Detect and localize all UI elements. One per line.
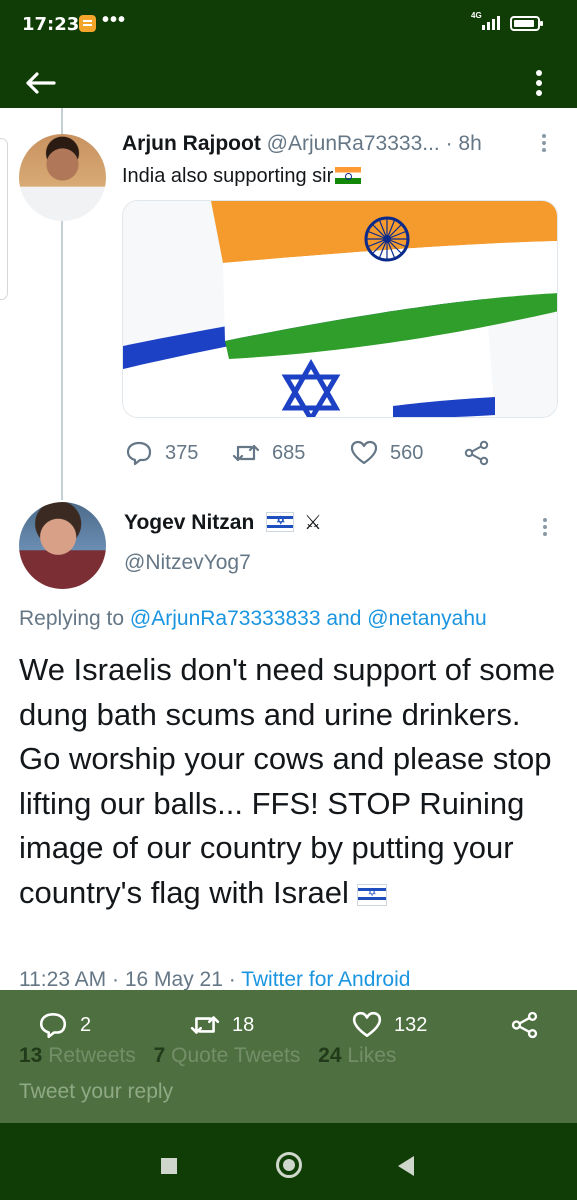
likes-label[interactable]: Likes [347,1044,396,1067]
timestamp-text: 11:23 AM · 16 May 21 · [19,968,236,990]
avatar[interactable] [19,502,106,589]
like-button[interactable]: 132 [352,1010,427,1040]
tweet-menu-icon[interactable] [541,518,549,538]
thread-content: Arjun Rajpoot @ArjunRa73333... · 8h Indi… [0,108,577,990]
retweet-button[interactable]: 685 [232,435,305,471]
share-button[interactable] [510,1010,540,1040]
heart-icon [352,1011,382,1037]
battery-icon [510,16,543,31]
tweet-text: India also supporting sir [122,165,362,188]
india-flag-icon [335,167,362,184]
author-name-row: Yogev Nitzan ⚔ [124,510,322,535]
notification-icon [79,15,96,32]
previous-card-edge [0,138,8,300]
home-icon[interactable] [276,1152,302,1178]
engagement-stats: 13 Retweets 7 Quote Tweets 24 Likes [19,1044,408,1068]
like-button[interactable]: 560 [350,435,423,471]
replying-prefix: Replying to [19,607,125,630]
reply-count: 2 [80,1013,92,1036]
author-handle: @ArjunRa73333... [266,132,440,155]
status-bar: 17:23 ••• 4G [0,0,577,54]
signal-icon [482,16,502,30]
retweet-count: 18 [232,1013,255,1036]
tweet-media-image[interactable] [122,200,558,418]
retweets-count[interactable]: 13 [19,1044,42,1067]
israel-flag-icon [266,512,295,532]
more-vertical-icon[interactable] [532,70,546,100]
app-bar [0,54,577,108]
likes-count[interactable]: 24 [318,1044,341,1067]
tweet-timestamp: 11:23 AM · 16 May 21 · Twitter for Andro… [19,968,410,990]
crossed-swords-icon: ⚔ [303,510,322,534]
israel-flag-icon [357,883,388,906]
tweet-actions: 375 685 560 [125,435,505,471]
tweet-header: Arjun Rajpoot @ArjunRa73333... · 8h [122,132,482,156]
reply-button[interactable]: 2 [38,1010,91,1040]
tweet-text: We Israelis don't need support of some d… [19,648,564,915]
like-count: 560 [390,441,424,464]
flags-illustration [123,201,557,417]
retweet-icon [232,444,260,462]
share-button[interactable] [463,435,491,471]
quotes-label[interactable]: Quote Tweets [171,1044,300,1067]
arrow-left-icon[interactable] [24,71,56,95]
back-triangle-icon[interactable] [398,1156,414,1176]
mention-link[interactable]: @netanyahu [367,607,486,630]
tweet-menu-icon[interactable] [540,134,548,154]
author-name[interactable]: Yogev Nitzan [124,511,254,534]
reply-icon [126,441,152,466]
author-name[interactable]: Arjun Rajpoot [122,132,261,155]
heart-icon [350,440,378,465]
retweet-count: 685 [272,441,306,464]
share-icon [511,1011,538,1039]
source-link[interactable]: Twitter for Android [241,968,410,990]
main-tweet-actions: 2 18 132 [0,990,577,1050]
quotes-count[interactable]: 7 [154,1044,166,1067]
retweet-icon [190,1016,220,1034]
tweet-time: · 8h [445,132,482,155]
share-icon [464,440,489,466]
reply-button[interactable]: 375 [125,435,198,471]
reply-icon [39,1013,67,1039]
replying-to: Replying to @ArjunRa73333833 and @netany… [19,607,487,631]
reply-input[interactable]: Tweet your reply [19,1080,173,1104]
recent-apps-icon[interactable] [161,1158,177,1174]
mention-link[interactable]: @ArjunRa73333833 [130,607,321,630]
reply-count: 375 [165,441,199,464]
tweet-text-body: India also supporting sir [122,165,334,187]
avatar[interactable] [19,134,106,221]
tweet-text-body: We Israelis don't need support of some d… [19,652,556,910]
tweet-stats-overlay: 2 18 132 13 Retweets 7 Quote Tweets 24 L… [0,990,577,1123]
system-nav-bar [0,1123,577,1200]
retweet-button[interactable]: 18 [190,1010,254,1040]
like-count: 132 [394,1013,428,1036]
network-type: 4G [471,11,482,20]
author-handle: @NitzevYog7 [124,551,251,574]
status-time: 17:23 [22,14,80,35]
status-overflow: ••• [102,9,127,31]
replying-and: and [326,607,362,630]
ashoka-chakra-icon [364,216,410,262]
retweets-label[interactable]: Retweets [48,1044,136,1067]
